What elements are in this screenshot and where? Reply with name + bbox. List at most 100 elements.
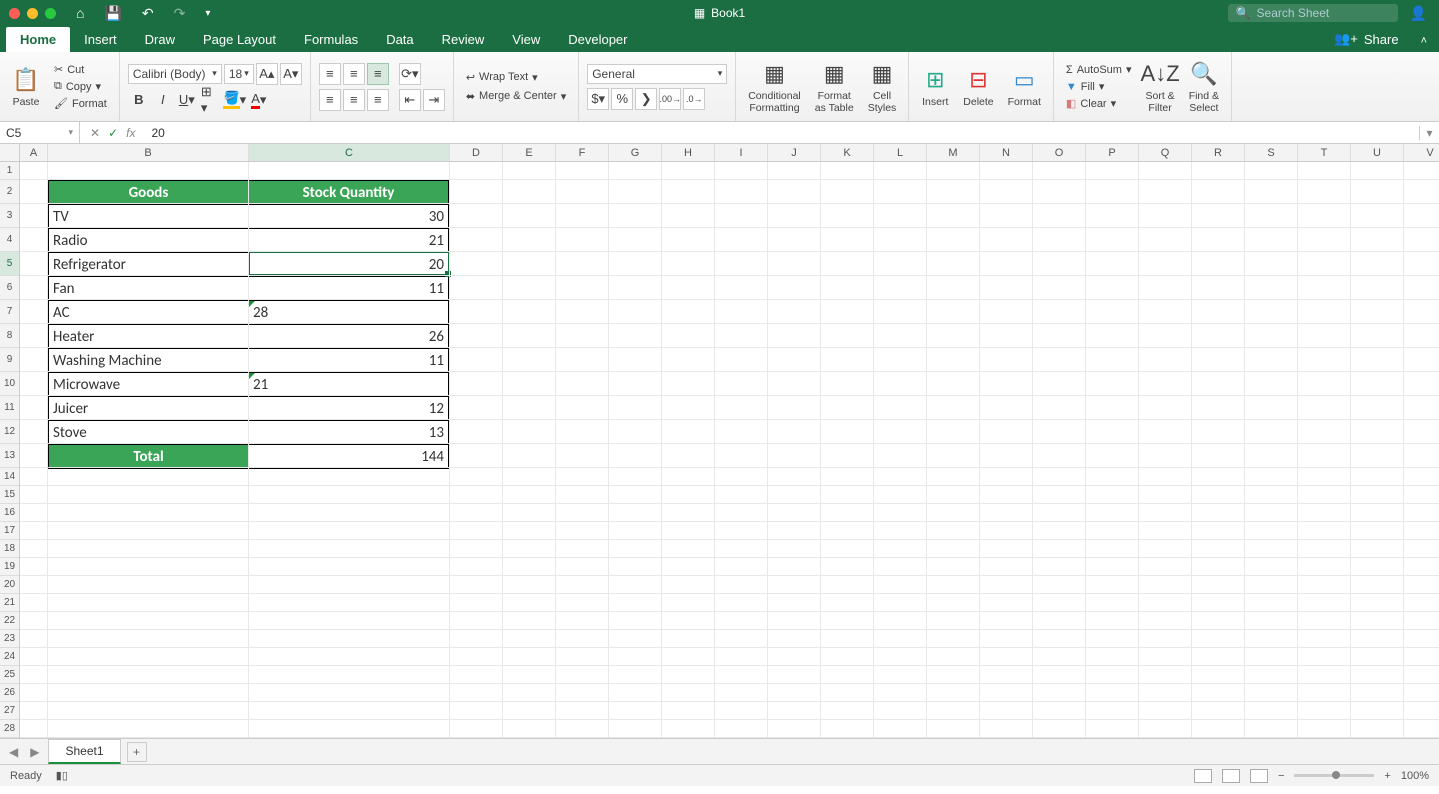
cell-goods-row-7[interactable]: AC [49,301,249,325]
qat-customize-icon[interactable]: ▾ [205,8,210,19]
format-painter-button[interactable]: 🖌Format [50,96,111,111]
col-header-J[interactable]: J [768,144,821,161]
zoom-level[interactable]: 100% [1401,770,1429,782]
name-box[interactable]: C5▾ [0,122,80,143]
underline-button[interactable]: U ▾ [176,89,198,111]
tab-view[interactable]: View [498,27,554,52]
cut-button[interactable]: ✂Cut [50,62,111,77]
col-header-I[interactable]: I [715,144,768,161]
cell-qty-row-3[interactable]: 30 [249,205,449,229]
paste-button[interactable]: 📋 Paste [8,66,44,108]
row-header-19[interactable]: 19 [0,558,19,576]
row-header-14[interactable]: 14 [0,468,19,486]
find-select-button[interactable]: 🔍Find & Select [1185,60,1223,114]
col-header-Q[interactable]: Q [1139,144,1192,161]
align-left-button[interactable]: ≡ [319,89,341,111]
page-break-view-button[interactable] [1250,769,1268,783]
row-header-20[interactable]: 20 [0,576,19,594]
zoom-slider[interactable] [1294,774,1374,777]
enter-formula-icon[interactable]: ✓ [108,126,118,140]
header-stock-quantity[interactable]: Stock Quantity [249,181,449,205]
copy-button[interactable]: ⧉Copy ▾ [50,79,111,94]
save-icon[interactable]: 💾 [104,5,121,22]
cell-qty-row-6[interactable]: 11 [249,277,449,301]
comma-button[interactable]: ❯ [635,88,657,110]
cell-goods-row-6[interactable]: Fan [49,277,249,301]
row-header-23[interactable]: 23 [0,630,19,648]
align-center-button[interactable]: ≡ [343,89,365,111]
home-icon[interactable]: ⌂ [76,5,84,21]
row-header-24[interactable]: 24 [0,648,19,666]
share-button[interactable]: 👥+ Share [1324,26,1408,52]
header-goods[interactable]: Goods [49,181,249,205]
align-middle-button[interactable]: ≡ [343,63,365,85]
row-header-15[interactable]: 15 [0,486,19,504]
autosum-button[interactable]: ΣAutoSum ▾ [1062,62,1136,77]
row-header-6[interactable]: 6 [0,276,19,300]
cell-goods-row-12[interactable]: Stove [49,421,249,445]
insert-cells-button[interactable]: ⊞Insert [917,66,953,108]
cell-goods-row-9[interactable]: Washing Machine [49,349,249,373]
close-window-button[interactable] [9,8,20,19]
col-header-S[interactable]: S [1245,144,1298,161]
col-header-E[interactable]: E [503,144,556,161]
column-headers[interactable]: ABCDEFGHIJKLMNOPQRSTUV [20,144,1439,162]
currency-button[interactable]: $▾ [587,88,609,110]
row-header-4[interactable]: 4 [0,228,19,252]
tab-review[interactable]: Review [428,27,499,52]
col-header-T[interactable]: T [1298,144,1351,161]
increase-indent-button[interactable]: ⇥ [423,89,445,111]
decrease-font-button[interactable]: A▾ [280,63,302,85]
minimize-window-button[interactable] [27,8,38,19]
row-header-21[interactable]: 21 [0,594,19,612]
search-sheet-input[interactable]: 🔍 Search Sheet [1228,4,1398,22]
tab-data[interactable]: Data [372,27,427,52]
row-header-17[interactable]: 17 [0,522,19,540]
user-account-icon[interactable]: 👤 [1410,5,1427,22]
col-header-B[interactable]: B [48,144,249,161]
col-header-F[interactable]: F [556,144,609,161]
increase-decimal-button[interactable]: .00→ [659,88,681,110]
tab-draw[interactable]: Draw [131,27,189,52]
cell-goods-row-11[interactable]: Juicer [49,397,249,421]
row-header-18[interactable]: 18 [0,540,19,558]
col-header-G[interactable]: G [609,144,662,161]
number-format-select[interactable]: General▾ [587,64,727,84]
col-header-K[interactable]: K [821,144,874,161]
col-header-M[interactable]: M [927,144,980,161]
normal-view-button[interactable] [1194,769,1212,783]
cell-qty-row-11[interactable]: 12 [249,397,449,421]
tab-developer[interactable]: Developer [554,27,641,52]
italic-button[interactable]: I [152,89,174,111]
row-header-9[interactable]: 9 [0,348,19,372]
col-header-P[interactable]: P [1086,144,1139,161]
font-color-button[interactable]: A ▾ [248,89,270,111]
col-header-H[interactable]: H [662,144,715,161]
align-right-button[interactable]: ≡ [367,89,389,111]
clear-button[interactable]: ◧Clear ▾ [1062,96,1136,111]
col-header-D[interactable]: D [450,144,503,161]
cell-qty-row-5[interactable]: 20 [249,253,449,277]
row-header-12[interactable]: 12 [0,420,19,444]
formula-input[interactable]: 20 [145,126,1419,140]
zoom-out-button[interactable]: − [1278,770,1284,782]
redo-icon[interactable]: ↷ [174,5,186,22]
fx-icon[interactable]: fx [126,126,135,140]
fill-button[interactable]: ▼Fill ▾ [1062,79,1136,94]
total-value-cell[interactable]: 144 [249,445,449,469]
row-header-3[interactable]: 3 [0,204,19,228]
cell-qty-row-4[interactable]: 21 [249,229,449,253]
increase-font-button[interactable]: A▴ [256,63,278,85]
cancel-formula-icon[interactable]: ✕ [90,126,100,140]
col-header-L[interactable]: L [874,144,927,161]
delete-cells-button[interactable]: ⊟Delete [959,66,997,108]
row-header-26[interactable]: 26 [0,684,19,702]
percent-button[interactable]: % [611,88,633,110]
cells-area[interactable]: Goods Stock Quantity TV30Radio21Refriger… [20,162,1439,738]
macro-record-icon[interactable]: ▮▯ [56,769,68,782]
cell-qty-row-7[interactable]: 28 [249,301,449,325]
page-layout-view-button[interactable] [1222,769,1240,783]
decrease-indent-button[interactable]: ⇤ [399,89,421,111]
align-top-button[interactable]: ≡ [319,63,341,85]
tab-page-layout[interactable]: Page Layout [189,27,290,52]
